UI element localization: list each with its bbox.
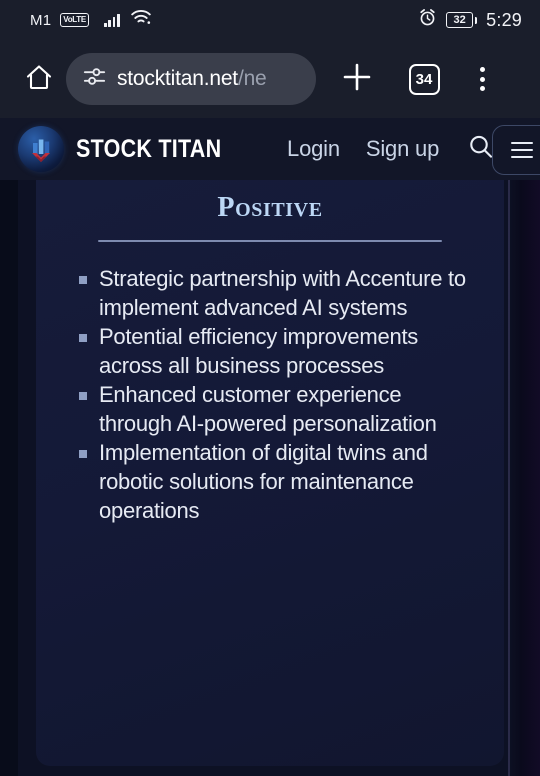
three-dot-menu-icon[interactable] — [460, 57, 504, 101]
home-icon — [23, 61, 55, 98]
signal-bars-icon — [103, 13, 120, 27]
brand-title: STOCK TITAN — [76, 134, 222, 163]
page-right-gutter — [508, 180, 540, 776]
alarm-clock-icon — [418, 8, 437, 32]
url-path: /ne — [237, 67, 267, 90]
stock-titan-logo-icon[interactable] — [18, 126, 64, 172]
browser-toolbar: stocktitan.net/ne 34 — [0, 40, 540, 118]
positive-title: Positive — [217, 192, 323, 223]
plus-icon — [341, 61, 373, 98]
new-tab-button[interactable] — [332, 56, 382, 102]
status-bar-right: 32 5:29 — [418, 8, 522, 32]
page-left-gutter — [0, 180, 18, 776]
wifi-icon — [130, 10, 151, 30]
page-content: Positive Strategic partnership with Acce… — [0, 180, 540, 776]
tab-switcher-button[interactable]: 34 — [402, 57, 446, 101]
tab-count-icon: 34 — [408, 63, 440, 95]
home-button[interactable] — [18, 58, 60, 100]
url-text: stocktitan.net/ne — [117, 67, 267, 91]
volte-badge: VoLTE — [60, 12, 89, 28]
list-item: Enhanced customer experience through AI-… — [72, 380, 476, 438]
signup-link[interactable]: Sign up — [366, 136, 439, 162]
list-item: Implementation of digital twins and robo… — [72, 438, 476, 525]
tune-icon[interactable] — [82, 64, 107, 94]
positive-list: Strategic partnership with Accenture to … — [64, 264, 476, 525]
header-nav: Login Sign up — [287, 136, 439, 162]
url-bar[interactable]: stocktitan.net/ne — [66, 53, 316, 105]
battery-percent-label: 32 — [453, 13, 466, 26]
phone-screen: M1 VoLTE 32 5:29 stocktitan.net/ne 34 ST… — [0, 0, 540, 776]
battery-icon: 32 — [446, 12, 478, 28]
clock-label: 5:29 — [486, 9, 522, 30]
carrier-label: M1 — [30, 11, 52, 29]
site-header: STOCK TITAN Login Sign up — [0, 118, 540, 180]
url-domain: stocktitan.net — [117, 67, 238, 90]
login-link[interactable]: Login — [287, 136, 340, 162]
vertical-scrollbar[interactable] — [508, 180, 510, 776]
status-bar: M1 VoLTE 32 5:29 — [0, 0, 540, 40]
list-item: Potential efficiency improvements across… — [72, 322, 476, 380]
positive-divider — [98, 240, 442, 242]
hamburger-menu-icon[interactable] — [492, 125, 540, 175]
list-item: Strategic partnership with Accenture to … — [72, 264, 476, 322]
tab-count-label: 34 — [415, 70, 433, 88]
status-bar-left: M1 VoLTE — [30, 10, 151, 30]
positive-card: Positive Strategic partnership with Acce… — [36, 180, 504, 766]
